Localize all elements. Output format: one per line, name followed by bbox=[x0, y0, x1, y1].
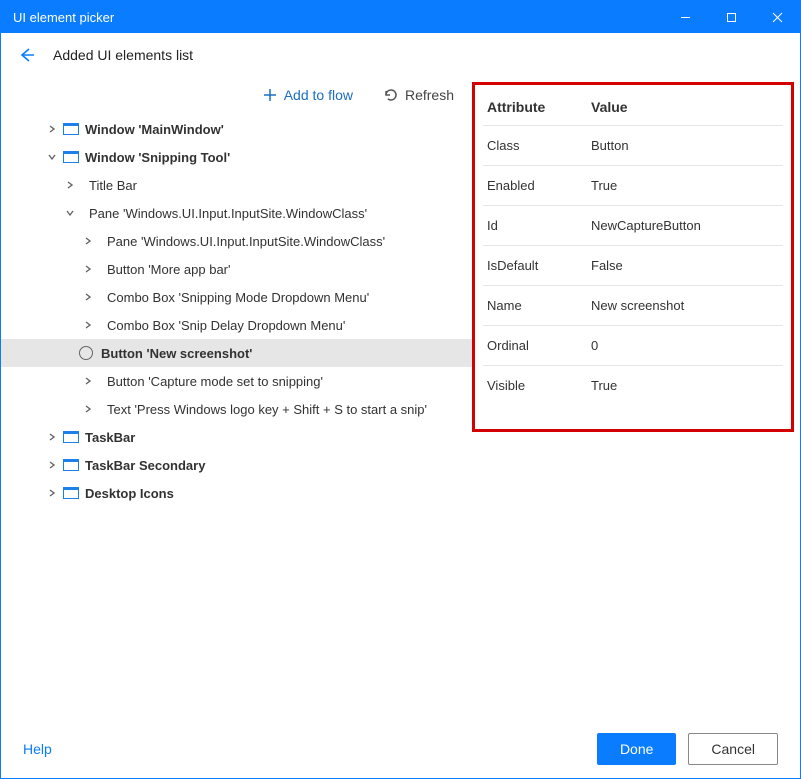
body: Add to flow Refresh Window 'MainWindow'W… bbox=[1, 77, 800, 718]
plus-icon bbox=[262, 87, 278, 103]
tree-row-label: Combo Box 'Snip Delay Dropdown Menu' bbox=[107, 318, 345, 333]
titlebar: UI element picker bbox=[1, 1, 800, 33]
chevron-down-icon[interactable] bbox=[63, 209, 77, 217]
footer-buttons: Done Cancel bbox=[597, 733, 778, 765]
tree-row-label: Text 'Press Windows logo key + Shift + S… bbox=[107, 402, 427, 417]
attribute-name: IsDefault bbox=[487, 258, 591, 273]
tree-row[interactable]: TaskBar Secondary bbox=[1, 451, 472, 479]
tree-row[interactable]: Combo Box 'Snipping Mode Dropdown Menu' bbox=[1, 283, 472, 311]
tree-row-label: Pane 'Windows.UI.Input.InputSite.WindowC… bbox=[107, 234, 385, 249]
attribute-name: Id bbox=[487, 218, 591, 233]
tree-row-label: Window 'MainWindow' bbox=[85, 122, 224, 137]
chevron-right-icon[interactable] bbox=[45, 125, 59, 133]
attribute-name: Visible bbox=[487, 378, 591, 393]
tree-row-label: Window 'Snipping Tool' bbox=[85, 150, 230, 165]
tree-row[interactable]: Title Bar bbox=[1, 171, 472, 199]
tree-row-label: TaskBar Secondary bbox=[85, 458, 205, 473]
minimize-button[interactable] bbox=[662, 1, 708, 33]
tree: Window 'MainWindow' Window 'Snipping Tool… bbox=[1, 113, 472, 507]
tree-row-label: Combo Box 'Snipping Mode Dropdown Menu' bbox=[107, 290, 369, 305]
window-controls bbox=[662, 1, 800, 33]
close-button[interactable] bbox=[754, 1, 800, 33]
attribute-value: 0 bbox=[591, 338, 598, 353]
subheader: Added UI elements list bbox=[1, 33, 800, 77]
tree-row[interactable]: Window 'MainWindow' bbox=[1, 115, 472, 143]
tree-row-label: Button 'Capture mode set to snipping' bbox=[107, 374, 323, 389]
chevron-right-icon[interactable] bbox=[45, 461, 59, 469]
tree-panel: Add to flow Refresh Window 'MainWindow'W… bbox=[1, 77, 472, 718]
attribute-value: New screenshot bbox=[591, 298, 684, 313]
refresh-button[interactable]: Refresh bbox=[383, 87, 454, 103]
attribute-value: True bbox=[591, 178, 617, 193]
help-link[interactable]: Help bbox=[23, 741, 52, 757]
refresh-icon bbox=[383, 87, 399, 103]
attribute-row: IdNewCaptureButton bbox=[483, 205, 783, 245]
tree-row-label: Pane 'Windows.UI.Input.InputSite.WindowC… bbox=[89, 206, 367, 221]
attribute-value: False bbox=[591, 258, 623, 273]
attribute-name: Name bbox=[487, 298, 591, 313]
tree-row[interactable]: Button 'Capture mode set to snipping' bbox=[1, 367, 472, 395]
maximize-button[interactable] bbox=[708, 1, 754, 33]
tree-row-label: Title Bar bbox=[89, 178, 137, 193]
attributes-panel-wrap: Attribute Value ClassButtonEnabledTrueId… bbox=[472, 77, 800, 718]
tree-row[interactable]: Pane 'Windows.UI.Input.InputSite.WindowC… bbox=[1, 199, 472, 227]
tree-row[interactable]: Combo Box 'Snip Delay Dropdown Menu' bbox=[1, 311, 472, 339]
attribute-row: NameNew screenshot bbox=[483, 285, 783, 325]
attributes-header: Attribute Value bbox=[483, 91, 783, 125]
chevron-right-icon[interactable] bbox=[45, 433, 59, 441]
window-icon bbox=[63, 151, 79, 163]
window-icon bbox=[63, 487, 79, 499]
footer: Help Done Cancel bbox=[1, 718, 800, 778]
tree-row[interactable]: TaskBar bbox=[1, 423, 472, 451]
chevron-right-icon[interactable] bbox=[81, 237, 95, 245]
attribute-row: EnabledTrue bbox=[483, 165, 783, 205]
chevron-right-icon[interactable] bbox=[81, 405, 95, 413]
tree-row[interactable]: Button 'New screenshot' bbox=[1, 339, 472, 367]
tree-row-label: TaskBar bbox=[85, 430, 135, 445]
window-title: UI element picker bbox=[13, 10, 114, 25]
add-to-flow-button[interactable]: Add to flow bbox=[262, 87, 353, 103]
attribute-row: Ordinal0 bbox=[483, 325, 783, 365]
tree-row[interactable]: Button 'More app bar' bbox=[1, 255, 472, 283]
attr-header-attribute: Attribute bbox=[487, 99, 591, 115]
back-button[interactable] bbox=[17, 45, 37, 65]
attributes-panel: Attribute Value ClassButtonEnabledTrueId… bbox=[472, 82, 794, 432]
window-icon bbox=[63, 459, 79, 471]
attr-header-value: Value bbox=[591, 99, 628, 115]
attribute-value: NewCaptureButton bbox=[591, 218, 701, 233]
chevron-down-icon[interactable] bbox=[45, 153, 59, 161]
chevron-right-icon[interactable] bbox=[63, 181, 77, 189]
tree-row-label: Button 'New screenshot' bbox=[101, 346, 252, 361]
tree-row[interactable]: Desktop Icons bbox=[1, 479, 472, 507]
attribute-row: VisibleTrue bbox=[483, 365, 783, 405]
chevron-right-icon[interactable] bbox=[81, 293, 95, 301]
window-icon bbox=[63, 123, 79, 135]
attribute-name: Enabled bbox=[487, 178, 591, 193]
attribute-value: Button bbox=[591, 138, 629, 153]
attribute-row: ClassButton bbox=[483, 125, 783, 165]
tree-row[interactable]: Window 'Snipping Tool' bbox=[1, 143, 472, 171]
tree-row[interactable]: Text 'Press Windows logo key + Shift + S… bbox=[1, 395, 472, 423]
chevron-right-icon[interactable] bbox=[81, 377, 95, 385]
chevron-right-icon[interactable] bbox=[81, 321, 95, 329]
attribute-name: Class bbox=[487, 138, 591, 153]
attribute-row: IsDefaultFalse bbox=[483, 245, 783, 285]
attribute-name: Ordinal bbox=[487, 338, 591, 353]
chevron-right-icon[interactable] bbox=[45, 489, 59, 497]
window-icon bbox=[63, 431, 79, 443]
tree-row-label: Desktop Icons bbox=[85, 486, 174, 501]
tree-row[interactable]: Pane 'Windows.UI.Input.InputSite.WindowC… bbox=[1, 227, 472, 255]
toolbar: Add to flow Refresh bbox=[1, 77, 472, 113]
refresh-label: Refresh bbox=[405, 87, 454, 103]
window: UI element picker Added UI elements list… bbox=[0, 0, 801, 779]
page-title: Added UI elements list bbox=[53, 47, 193, 63]
attribute-value: True bbox=[591, 378, 617, 393]
chevron-right-icon[interactable] bbox=[81, 265, 95, 273]
cancel-button[interactable]: Cancel bbox=[688, 733, 778, 765]
tree-row-label: Button 'More app bar' bbox=[107, 262, 230, 277]
done-button[interactable]: Done bbox=[597, 733, 676, 765]
radio-icon[interactable] bbox=[79, 346, 93, 360]
add-to-flow-label: Add to flow bbox=[284, 87, 353, 103]
